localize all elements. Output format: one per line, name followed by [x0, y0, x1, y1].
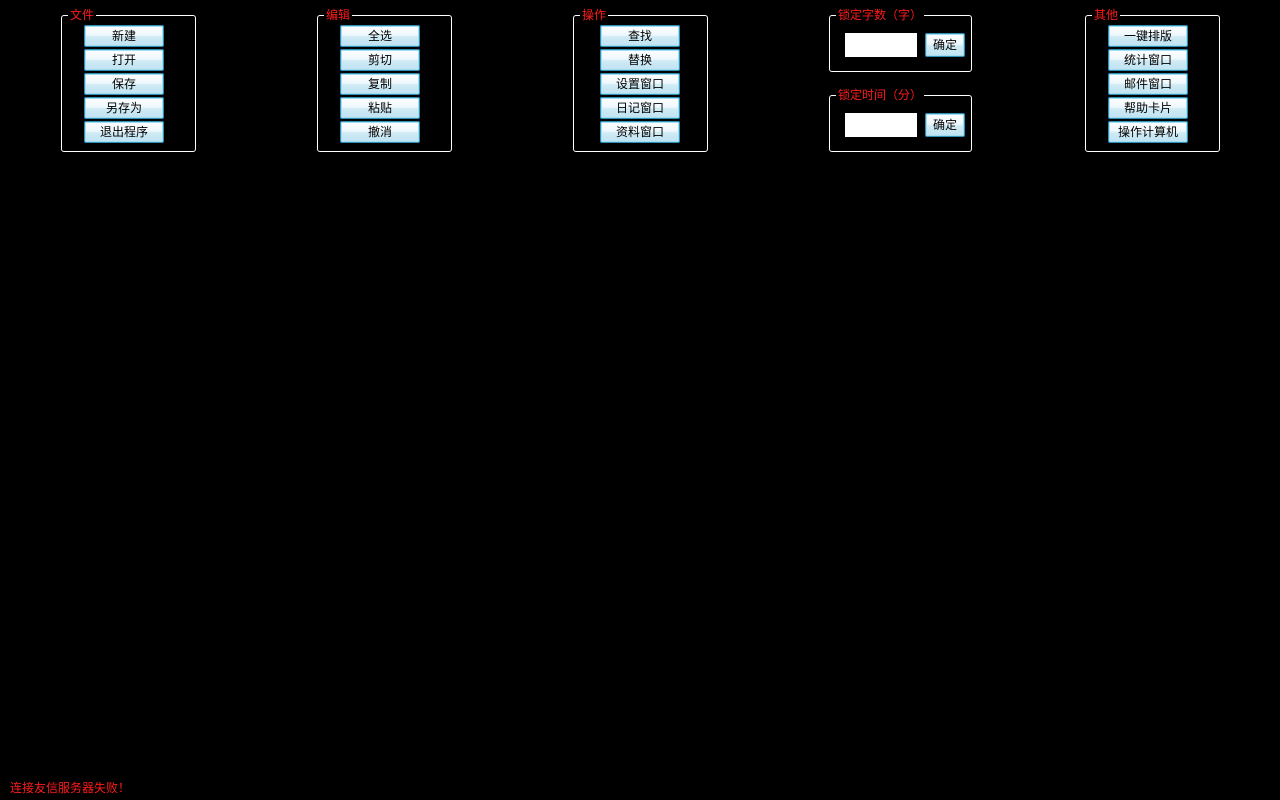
exit-program-button[interactable]: 退出程序 [84, 121, 164, 143]
lock-time-ok-button[interactable]: 确定 [925, 113, 965, 137]
lock-time-group: 锁定时间（分） 确定 [829, 88, 972, 152]
lock-words-title: 锁定字数（字） [836, 8, 925, 22]
operate-group-title: 操作 [580, 8, 609, 22]
connection-status-message: 连接友信服务器失败！ [10, 781, 131, 795]
other-button-column: 一键排版 统计窗口 邮件窗口 帮助卡片 操作计算机 [1108, 25, 1188, 145]
settings-window-button[interactable]: 设置窗口 [600, 73, 680, 95]
materials-window-button[interactable]: 资料窗口 [600, 121, 680, 143]
help-card-button[interactable]: 帮助卡片 [1108, 97, 1188, 119]
diary-window-button[interactable]: 日记窗口 [600, 97, 680, 119]
copy-button[interactable]: 复制 [340, 73, 420, 95]
save-file-button[interactable]: 保存 [84, 73, 164, 95]
file-button-column: 新建 打开 保存 另存为 退出程序 [84, 25, 164, 145]
lock-time-title: 锁定时间（分） [836, 88, 925, 102]
replace-button[interactable]: 替换 [600, 49, 680, 71]
file-group: 文件 新建 打开 保存 另存为 退出程序 [61, 8, 196, 152]
paste-button[interactable]: 粘贴 [340, 97, 420, 119]
edit-group: 编辑 全选 剪切 复制 粘贴 撤消 [317, 8, 452, 152]
statistics-window-button[interactable]: 统计窗口 [1108, 49, 1188, 71]
operate-computer-button[interactable]: 操作计算机 [1108, 121, 1188, 143]
lock-time-input[interactable] [845, 113, 917, 137]
open-file-button[interactable]: 打开 [84, 49, 164, 71]
auto-format-button[interactable]: 一键排版 [1108, 25, 1188, 47]
find-button[interactable]: 查找 [600, 25, 680, 47]
lock-words-ok-button[interactable]: 确定 [925, 33, 965, 57]
operate-button-column: 查找 替换 设置窗口 日记窗口 资料窗口 [600, 25, 680, 145]
other-group-title: 其他 [1092, 8, 1121, 22]
mail-window-button[interactable]: 邮件窗口 [1108, 73, 1188, 95]
lock-words-input[interactable] [845, 33, 917, 57]
new-file-button[interactable]: 新建 [84, 25, 164, 47]
edit-button-column: 全选 剪切 复制 粘贴 撤消 [340, 25, 420, 145]
undo-button[interactable]: 撤消 [340, 121, 420, 143]
lock-words-group: 锁定字数（字） 确定 [829, 8, 972, 72]
edit-group-title: 编辑 [324, 8, 353, 22]
operate-group: 操作 查找 替换 设置窗口 日记窗口 资料窗口 [573, 8, 708, 152]
select-all-button[interactable]: 全选 [340, 25, 420, 47]
save-as-button[interactable]: 另存为 [84, 97, 164, 119]
file-group-title: 文件 [68, 8, 97, 22]
cut-button[interactable]: 剪切 [340, 49, 420, 71]
other-group: 其他 一键排版 统计窗口 邮件窗口 帮助卡片 操作计算机 [1085, 8, 1220, 152]
